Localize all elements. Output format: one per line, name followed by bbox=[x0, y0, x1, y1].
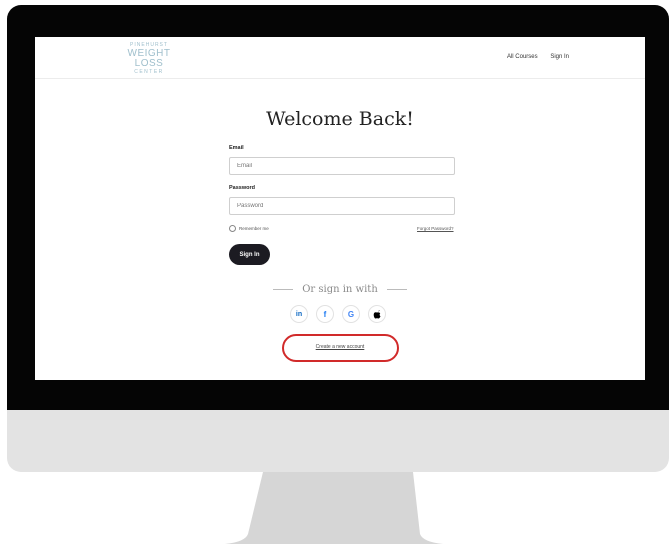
facebook-icon[interactable]: f bbox=[316, 305, 334, 323]
apple-icon[interactable] bbox=[368, 305, 386, 323]
logo-line-2: WEIGHT LOSS bbox=[127, 48, 171, 69]
social-heading-text: Or sign in with bbox=[302, 284, 378, 295]
nav-all-courses[interactable]: All Courses bbox=[507, 54, 538, 60]
remember-checkbox[interactable] bbox=[229, 225, 236, 232]
divider-left bbox=[273, 289, 294, 290]
email-label: Email bbox=[229, 145, 244, 151]
page-title: Welcome Back! bbox=[266, 108, 414, 130]
monitor-chin bbox=[7, 410, 669, 472]
linkedin-icon[interactable]: in bbox=[290, 305, 308, 323]
password-label: Password bbox=[229, 185, 255, 191]
sign-in-button[interactable]: Sign In bbox=[229, 244, 270, 265]
remember-me[interactable]: Remember me bbox=[229, 225, 269, 232]
google-icon[interactable]: G bbox=[342, 305, 360, 323]
remember-label: Remember me bbox=[239, 226, 269, 231]
nav-sign-in[interactable]: Sign In bbox=[550, 54, 569, 60]
site-logo[interactable]: PINEHURST WEIGHT LOSS CENTER bbox=[117, 43, 181, 75]
logo-line-3: CENTER bbox=[134, 69, 164, 75]
divider-right bbox=[386, 289, 407, 290]
browser-screen: PINEHURST WEIGHT LOSS CENTER All Courses… bbox=[35, 37, 645, 380]
apple-glyph bbox=[373, 309, 381, 318]
highlight-annotation bbox=[282, 334, 399, 362]
top-nav: All Courses Sign In bbox=[496, 54, 569, 60]
site-header: PINEHURST WEIGHT LOSS CENTER All Courses… bbox=[35, 37, 645, 79]
forgot-password-link[interactable]: Forgot Password? bbox=[417, 226, 454, 231]
monitor-stand bbox=[225, 472, 443, 544]
social-heading: Or sign in with bbox=[35, 284, 645, 295]
email-field[interactable] bbox=[229, 157, 455, 175]
password-field[interactable] bbox=[229, 197, 455, 215]
